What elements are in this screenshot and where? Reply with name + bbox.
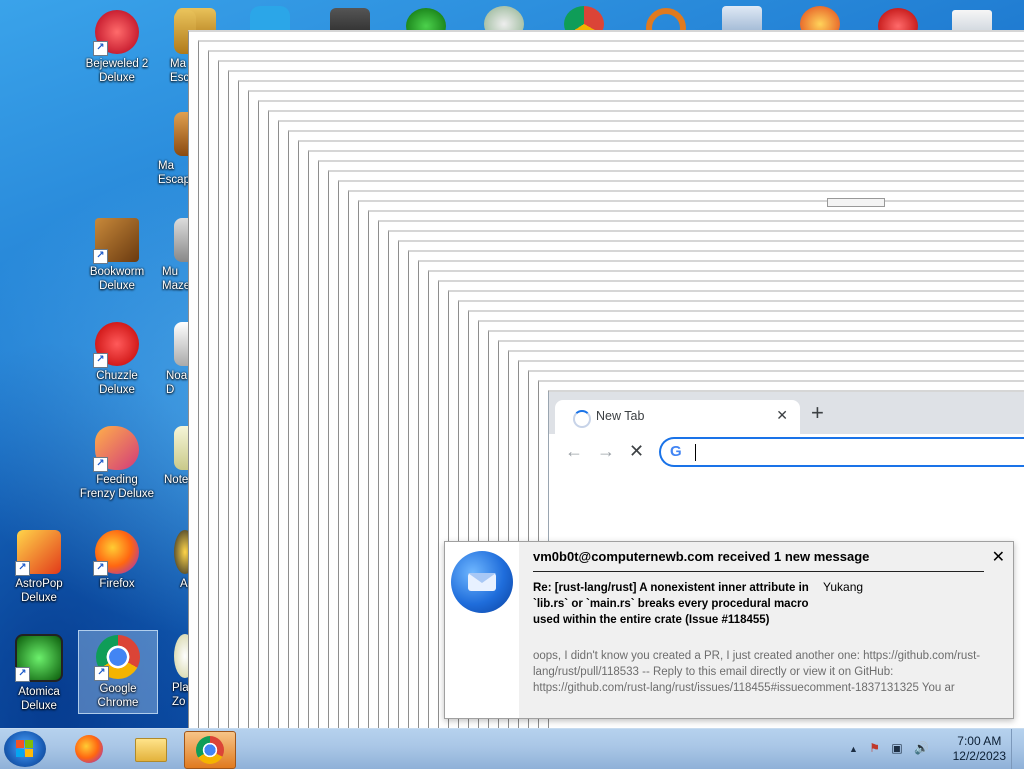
new-tab-button[interactable]: + bbox=[811, 400, 824, 426]
address-bar[interactable]: G bbox=[659, 437, 1024, 467]
tab-new-tab[interactable]: New Tab ✕ bbox=[555, 400, 800, 434]
firefox-icon bbox=[75, 735, 103, 763]
stop-button[interactable]: ✕ bbox=[629, 441, 644, 462]
bookworm-icon: ↗ bbox=[93, 218, 139, 264]
bejeweled-icon: ↗ bbox=[93, 10, 139, 56]
show-hidden-icons-button[interactable]: ▲ bbox=[849, 744, 858, 754]
taskbar-file-explorer[interactable] bbox=[126, 731, 176, 767]
action-center-flag-icon[interactable]: ⚑ bbox=[869, 741, 880, 755]
email-subject[interactable]: Re: [rust-lang/rust] A nonexistent inner… bbox=[533, 580, 818, 628]
astropop-icon: ↗ bbox=[15, 530, 61, 576]
shortcut-arrow-icon: ↗ bbox=[94, 666, 109, 681]
desktop-icon-chuzzle[interactable]: ↗ Chuzzle Deluxe bbox=[78, 322, 156, 397]
taskbar: ▲ ⚑ ▣ 🔊 7:00 AM 12/2/2023 bbox=[0, 728, 1024, 769]
desktop-icon-feeding-frenzy[interactable]: ↗ Feeding Frenzy Deluxe bbox=[78, 426, 156, 501]
start-button[interactable] bbox=[4, 731, 46, 767]
taskbar-firefox[interactable] bbox=[64, 731, 114, 767]
tab-title: New Tab bbox=[596, 409, 645, 423]
close-tab-button[interactable]: ✕ bbox=[776, 407, 788, 424]
thunderbird-icon bbox=[451, 551, 513, 613]
loading-spinner-icon bbox=[573, 410, 591, 428]
system-tray: ▲ ⚑ ▣ 🔊 bbox=[841, 741, 929, 755]
taskbar-chrome[interactable] bbox=[184, 731, 236, 769]
clock-date: 12/2/2023 bbox=[952, 749, 1006, 763]
clock-time: 7:00 AM bbox=[957, 734, 1002, 748]
desktop-icon-atomica[interactable]: ↗ Atomica Deluxe bbox=[0, 634, 78, 713]
shortcut-arrow-icon: ↗ bbox=[15, 561, 30, 576]
volume-icon[interactable]: 🔊 bbox=[914, 741, 929, 755]
text-caret bbox=[695, 444, 696, 461]
desktop-icon-bejeweled[interactable]: ↗ Bejeweled 2 Deluxe bbox=[78, 10, 156, 85]
shortcut-arrow-icon: ↗ bbox=[93, 457, 108, 472]
desktop-icon-label: AstroPop Deluxe bbox=[15, 578, 63, 604]
forward-button[interactable]: → bbox=[597, 441, 615, 462]
shortcut-arrow-icon: ↗ bbox=[93, 41, 108, 56]
desktop-icon-bookworm[interactable]: ↗ Bookworm Deluxe bbox=[78, 218, 156, 293]
desktop-icon-label: Chuzzle Deluxe bbox=[96, 370, 138, 396]
desktop: ↗ Bejeweled 2 Deluxe ↗ Bookworm Deluxe ↗… bbox=[0, 0, 1024, 728]
email-sender: Yukang bbox=[823, 580, 864, 594]
divider bbox=[533, 571, 984, 572]
back-button[interactable]: ← bbox=[565, 441, 583, 462]
close-notification-button[interactable]: ✕ bbox=[992, 547, 1005, 567]
desktop-icon-label: Bejeweled 2 Deluxe bbox=[85, 58, 149, 84]
shortcut-arrow-icon: ↗ bbox=[93, 353, 108, 368]
firefox-icon: ↗ bbox=[93, 530, 139, 576]
feeding-frenzy-icon: ↗ bbox=[93, 426, 139, 472]
desktop-icon-label: Bookworm Deluxe bbox=[89, 266, 145, 292]
chrome-window[interactable]: New Tab ✕ + ← → ✕ G bbox=[548, 392, 1024, 552]
desktop-icon-label: Firefox bbox=[99, 578, 135, 590]
notification-icon-pane bbox=[445, 542, 519, 718]
shortcut-arrow-icon: ↗ bbox=[15, 667, 30, 682]
notification-header: vm0b0t@computernewb.com received 1 new m… bbox=[533, 549, 870, 564]
ghost-window-handle bbox=[827, 198, 885, 207]
desktop-icon-label: Atomica Deluxe bbox=[18, 686, 60, 712]
desktop-icon-label: Feeding Frenzy Deluxe bbox=[79, 474, 155, 500]
show-desktop-button[interactable] bbox=[1011, 729, 1024, 769]
envelope-icon bbox=[468, 573, 496, 591]
chrome-toolbar: ← → ✕ G bbox=[549, 434, 1024, 472]
tab-strip: New Tab ✕ + bbox=[549, 392, 1024, 434]
email-preview[interactable]: oops, I didn't know you created a PR, I … bbox=[533, 648, 988, 696]
chrome-icon: ↗ bbox=[94, 635, 140, 681]
google-g-icon: G bbox=[670, 443, 682, 460]
desktop-icon-firefox[interactable]: ↗ Firefox bbox=[78, 530, 156, 591]
shortcut-arrow-icon: ↗ bbox=[93, 561, 108, 576]
atomica-icon: ↗ bbox=[15, 634, 63, 682]
desktop-icon-astropop[interactable]: ↗ AstroPop Deluxe bbox=[0, 530, 78, 605]
mail-notification[interactable]: vm0b0t@computernewb.com received 1 new m… bbox=[444, 541, 1014, 719]
windows-logo-icon bbox=[16, 740, 34, 758]
clock[interactable]: 7:00 AM 12/2/2023 bbox=[953, 734, 1006, 764]
shortcut-arrow-icon: ↗ bbox=[93, 249, 108, 264]
folder-icon bbox=[135, 738, 167, 762]
chrome-icon bbox=[196, 736, 224, 764]
desktop-icon-label: Google Chrome bbox=[97, 683, 139, 709]
network-icon[interactable]: ▣ bbox=[891, 741, 902, 755]
desktop-icon-google-chrome[interactable]: ↗ Google Chrome bbox=[78, 630, 158, 714]
chuzzle-icon: ↗ bbox=[93, 322, 139, 368]
